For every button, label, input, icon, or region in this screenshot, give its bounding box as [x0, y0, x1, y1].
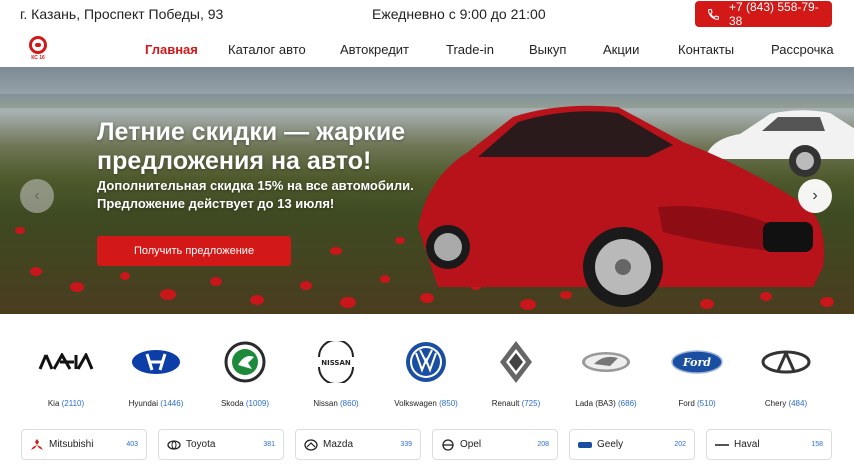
card-toyota[interactable]: Toyota 381	[158, 429, 284, 460]
card-count: 202	[674, 441, 686, 448]
brand-count: (850)	[439, 399, 458, 408]
brand-kia[interactable]: Kia (2110)	[21, 336, 111, 408]
phone-icon	[708, 8, 719, 20]
card-mitsubishi[interactable]: Mitsubishi 403	[21, 429, 147, 460]
nissan-logo-icon: NISSAN	[315, 341, 357, 383]
nav-item-installment[interactable]: Рассрочка	[771, 42, 834, 57]
steering-wheel-icon	[29, 36, 47, 54]
renault-logo-icon	[500, 341, 532, 383]
nav-item-trade-in[interactable]: Trade-in	[446, 42, 494, 57]
card-count: 208	[537, 441, 549, 448]
nav-item-autocredit[interactable]: Автокредит	[340, 42, 409, 57]
hero-subtitle: Дополнительная скидка 15% на все автомоб…	[97, 178, 414, 211]
hyundai-logo-icon	[132, 350, 180, 374]
brand-skoda[interactable]: Skoda (1009)	[200, 336, 290, 408]
brand-cards: Mitsubishi 403 Toyota 381 Mazda 339 Opel…	[0, 429, 854, 469]
brand-lada[interactable]: Lada (ВАЗ) (686)	[561, 336, 651, 408]
opel-logo-icon	[441, 438, 455, 452]
carousel-prev-button[interactable]: ‹	[20, 179, 54, 213]
nav-item-catalog[interactable]: Каталог авто	[228, 42, 306, 57]
brand-count: (510)	[697, 399, 716, 408]
get-offer-button[interactable]: Получить предложение	[97, 236, 291, 266]
brand-name: Hyundai	[128, 399, 158, 408]
card-name: Haval	[734, 439, 760, 450]
card-count: 403	[126, 441, 138, 448]
brand-name: Kia	[47, 399, 60, 408]
card-mazda[interactable]: Mazda 339	[295, 429, 421, 460]
brand-name: Skoda	[220, 399, 244, 408]
brand-name: Volkswagen	[394, 399, 437, 408]
brand-count: (686)	[618, 399, 637, 408]
brand-count: (725)	[521, 399, 541, 408]
kia-logo-icon	[38, 353, 94, 370]
brand-count: (860)	[340, 399, 359, 408]
card-name: Mitsubishi	[49, 439, 94, 450]
brand-nissan[interactable]: NISSAN Nissan (860)	[291, 336, 381, 408]
brand-renault[interactable]: Renault (725)	[471, 336, 561, 408]
brand-count: (1446)	[160, 399, 184, 408]
card-count: 339	[400, 441, 412, 448]
chevron-right-icon: ›	[812, 187, 818, 204]
nav-item-buyout[interactable]: Выкуп	[529, 42, 566, 57]
card-count: 381	[263, 441, 275, 448]
brand-count: (2110)	[61, 399, 85, 408]
mazda-logo-icon	[304, 438, 318, 452]
brand-name: Lada (ВАЗ)	[575, 399, 616, 408]
chery-logo-icon	[761, 350, 811, 374]
brand-name: Chery	[764, 399, 787, 408]
brand-count: (1009)	[245, 399, 270, 408]
hours-text: Ежедневно с 9:00 до 21:00	[372, 6, 546, 22]
nav-item-promotions[interactable]: Акции	[603, 42, 639, 57]
card-opel[interactable]: Opel 208	[432, 429, 558, 460]
haval-logo-icon	[715, 438, 729, 452]
brand-ford[interactable]: Ford Ford (510)	[652, 336, 742, 408]
main-nav: КС 16 Главная Каталог авто Автокредит Tr…	[0, 32, 854, 67]
brand-count: (484)	[788, 399, 808, 408]
mitsubishi-logo-icon	[30, 438, 44, 452]
card-name: Geely	[597, 439, 624, 450]
geely-logo-icon	[578, 438, 592, 452]
card-count: 158	[811, 441, 823, 448]
address-text: г. Казань, Проспект Победы, 93	[20, 6, 224, 22]
brand-chery[interactable]: Chery (484)	[741, 336, 831, 408]
phone-button[interactable]: +7 (843) 558-79-38	[695, 0, 832, 28]
brand-name: Ford	[678, 399, 695, 408]
card-geely[interactable]: Geely 202	[569, 429, 695, 460]
svg-text:NISSAN: NISSAN	[321, 359, 351, 367]
nav-item-contacts[interactable]: Контакты	[678, 42, 734, 57]
skoda-logo-icon	[224, 341, 266, 383]
site-logo[interactable]: КС 16	[28, 36, 48, 64]
brand-volkswagen[interactable]: Volkswagen (850)	[381, 336, 471, 408]
brand-grid: Kia (2110) Hyundai (1446) Skoda (1009) N…	[0, 314, 854, 424]
nav-item-home[interactable]: Главная	[145, 42, 198, 57]
card-name: Opel	[460, 439, 482, 450]
svg-text:Ford: Ford	[682, 356, 711, 369]
lada-logo-icon	[582, 352, 630, 372]
carousel-next-button[interactable]: ›	[798, 179, 832, 213]
logo-text: КС 16	[31, 55, 45, 61]
card-name: Toyota	[186, 439, 216, 450]
ford-logo-icon: Ford	[671, 350, 723, 374]
brand-name: Renault	[491, 399, 520, 408]
phone-number: +7 (843) 558-79-38	[728, 0, 819, 28]
hero-title: Летние скидки — жаркие предложения на ав…	[97, 118, 406, 175]
hero-banner: Летние скидки — жаркие предложения на ав…	[0, 67, 854, 314]
chevron-left-icon: ‹	[34, 187, 40, 204]
toyota-logo-icon	[167, 438, 181, 452]
brand-hyundai[interactable]: Hyundai (1446)	[111, 336, 201, 408]
volkswagen-logo-icon	[406, 342, 446, 382]
card-name: Mazda	[323, 439, 354, 450]
card-haval[interactable]: Haval 158	[706, 429, 832, 460]
brand-name: Nissan	[313, 399, 338, 408]
top-bar: г. Казань, Проспект Победы, 93 Ежедневно…	[0, 0, 854, 30]
red-car-image	[418, 105, 824, 307]
